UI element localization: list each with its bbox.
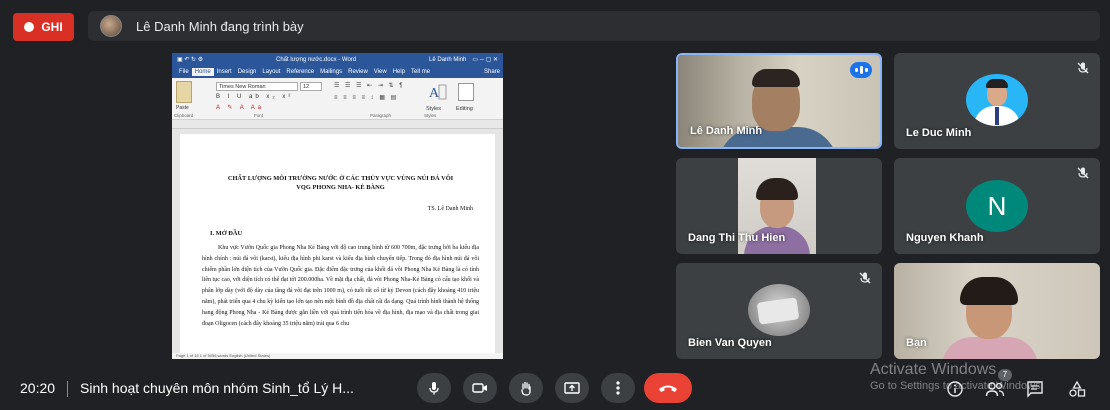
participant-tile[interactable]: Le Duc Minh [894,53,1100,149]
raise-hand-button[interactable] [509,373,543,403]
word-tab: Layout [262,69,281,75]
group-label: Clipboard [174,113,194,118]
editing-label: Editing [456,106,473,112]
raise-hand-icon [521,381,531,396]
paragraph-list-icons: ☰ ☰ ☰ ⇤ ⇥ ⇅ ¶ [334,83,405,89]
chat-icon [1027,381,1043,398]
document-title: CHẤT LƯỢNG MÔI TRƯỜNG NƯỚC Ở CÁC THỦY VỰ… [227,175,454,191]
word-tab: Insert [216,69,232,75]
meet-window: GHI Lê Danh Minh đang trình bày ▣ ↶ ↻ ⚙ … [0,0,1110,410]
participant-avatar [748,284,810,336]
group-label: Paragraph [370,113,392,118]
word-user-name: Lê Danh Minh [429,56,467,63]
divider [67,381,68,397]
people-count-badge: 7 [998,369,1012,381]
word-document-area: CHẤT LƯỢNG MÔI TRƯỜNG NƯỚC Ở CÁC THỦY VỰ… [172,129,503,359]
participant-name: Dang Thi Thu Hien [688,232,786,244]
presentation-banner[interactable]: Lê Danh Minh đang trình bày [88,11,1100,41]
styles-label: Styles [426,106,441,112]
word-ruler [172,120,503,129]
paragraph-align-icons: ≡ ≡ ≡ ≡ ↕ ▦ ▤ [334,95,399,101]
font-size-box: 12 [300,82,322,91]
participant-tile[interactable]: N Nguyen Khanh [894,158,1100,254]
end-call-icon [659,385,677,392]
info-button[interactable] [945,379,965,399]
camera-button[interactable] [463,373,497,403]
activities-button[interactable] [1067,379,1087,399]
meeting-title: Sinh hoạt chuyên môn nhóm Sinh_tổ Lý H..… [80,380,354,396]
group-label: Font [254,113,264,118]
word-tab: Reference [286,69,315,75]
participant-tile[interactable]: Dang Thi Thu Hien [676,158,882,254]
document-paragraph: Khu vực Vườn Quốc gia Phong Nha Kẻ Bàng … [202,245,479,327]
more-options-icon [616,381,620,395]
participant-avatar: N [966,180,1028,232]
chat-button[interactable] [1025,379,1045,399]
record-dot-icon [24,22,35,32]
people-icon [985,382,1005,397]
participant-tile[interactable]: Lê Danh Minh [676,53,882,149]
participant-avatar [966,74,1028,126]
participant-name: Bien Van Quyen [688,337,772,349]
document-author: TS. Lê Danh Minh [427,206,473,212]
mic-muted-icon [1077,167,1089,179]
present-button[interactable] [555,373,589,403]
speaking-indicator-icon [850,62,872,78]
word-tab: Review [348,69,368,75]
word-title-bar: ▣ ↶ ↻ ⚙ Chất lượng nước.docx - Word Lê D… [172,53,503,66]
word-tab: Design [237,69,257,75]
paste-label: Paste [176,105,189,111]
document-heading: I. MỞ ĐẦU [210,230,243,237]
participant-name: Bạn [906,337,927,349]
mic-muted-icon [859,272,871,284]
font-format-icons: B I U ab x₂ x² [216,94,294,100]
presentation-text: Lê Danh Minh đang trình bày [136,18,304,34]
svg-text:A: A [429,86,440,101]
shared-screen: ▣ ↶ ↻ ⚙ Chất lượng nước.docx - Word Lê D… [172,53,503,359]
font-color-icons: A ✎ A Aa [216,105,265,111]
camera-icon [472,383,487,393]
mic-muted-icon [1077,62,1089,74]
participant-name: Nguyen Khanh [906,232,984,244]
people-button[interactable] [985,379,1005,399]
group-label: Styles [424,113,437,118]
recording-button[interactable]: GHI [13,13,74,41]
word-tab: File [179,69,189,75]
word-save-icon: ▣ ↶ ↻ ⚙ [177,57,204,63]
participant-tile[interactable]: Bạn [894,263,1100,359]
participant-tile[interactable]: Bien Van Quyen [676,263,882,359]
participant-name: Lê Danh Minh [690,125,763,137]
word-tab: View [373,69,387,75]
font-name-box: Times New Roman [216,82,298,91]
styles-icon: A [429,84,447,101]
word-page: CHẤT LƯỢNG MÔI TRƯỜNG NƯỚC Ở CÁC THỦY VỰ… [180,134,495,359]
participant-name: Le Duc Minh [906,127,972,139]
word-status-bar: Page 1 of 15 1 of 5056 words English (Un… [172,353,503,359]
presenter-avatar [100,15,122,37]
activities-icon [1069,380,1086,397]
mic-button[interactable] [417,373,451,403]
word-ribbon-tabs: File Home Insert Design Layout Reference… [172,66,503,78]
word-tab: Help [392,69,406,75]
word-ribbon: Paste Times New Roman 12 B I U ab x₂ x² … [172,78,503,120]
word-tab: Tell me [411,69,431,75]
present-icon [564,382,580,394]
word-tab: Mailings [320,69,343,75]
activate-windows-watermark: Activate Windows [870,361,997,378]
editing-icon [458,83,474,101]
info-icon [947,381,963,397]
word-tab: Share [483,69,500,75]
word-window-title: Chất lượng nước.docx - Word [275,56,357,63]
word-window-controls-icon: ▭ ─ ▢ ✕ [472,57,498,63]
mic-icon [429,382,439,395]
word-tab: Home [191,68,214,76]
paste-icon [176,81,192,103]
more-options-button[interactable] [601,373,635,403]
meeting-clock: 20:20 [20,380,56,396]
recording-label: GHI [41,20,63,34]
end-call-button[interactable] [644,373,692,403]
